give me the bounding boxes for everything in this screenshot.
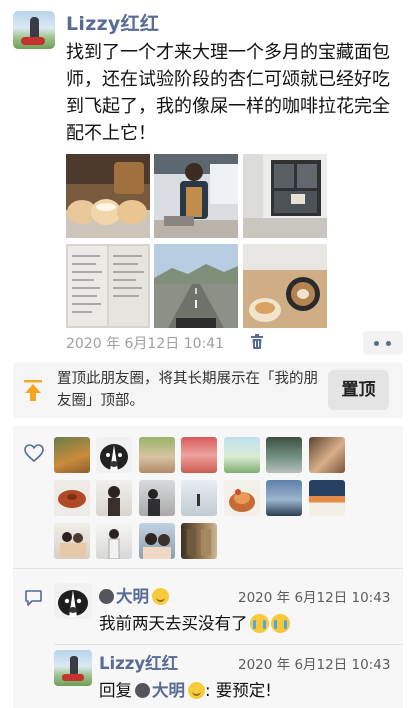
comments-divider — [54, 644, 403, 645]
like-avatar[interactable] — [309, 480, 345, 516]
like-avatar[interactable] — [139, 480, 175, 516]
like-avatar[interactable] — [54, 437, 90, 473]
pin-banner: 置顶此朋友圈，将其长期展示在「我的朋友圈」顶部。 置顶 — [13, 362, 403, 418]
smile-emoji-icon — [152, 588, 169, 605]
reply-timestamp: 2020 年 6月12日 10:43 — [238, 657, 391, 673]
post-author-name[interactable]: Lizzy红红 — [66, 9, 159, 36]
photo-croissants[interactable] — [66, 154, 150, 238]
photo-baker[interactable] — [154, 154, 238, 238]
likes-comments-divider — [13, 568, 403, 569]
like-avatar[interactable] — [181, 480, 217, 516]
like-avatar[interactable] — [181, 437, 217, 473]
crying-emoji-icon — [270, 614, 290, 633]
replier-avatar[interactable] — [54, 650, 92, 686]
reply-to-name[interactable]: 大明 — [152, 681, 185, 700]
reply-text[interactable]: 回复 大明: 要预定! — [99, 677, 272, 701]
photo-notes[interactable] — [66, 244, 150, 328]
comment-author[interactable]: 大明 — [99, 583, 169, 607]
photo-road[interactable] — [154, 244, 238, 328]
like-avatar[interactable] — [96, 480, 132, 516]
reply-author[interactable]: Lizzy红红 — [99, 650, 178, 674]
pin-banner-text: 置顶此朋友圈，将其长期展示在「我的朋友圈」顶部。 — [57, 371, 318, 409]
dark-face-emoji-icon — [99, 589, 114, 604]
interactions-panel: 大明 2020 年 6月12日 10:43 我前两天去买没有了 Lizzy红红 … — [13, 426, 403, 708]
pin-to-top-button[interactable]: 置顶 — [328, 370, 389, 410]
smile-emoji-icon — [188, 682, 205, 699]
like-avatar[interactable] — [54, 480, 90, 516]
like-avatar[interactable] — [96, 437, 132, 473]
more-options-button[interactable] — [363, 331, 403, 355]
author-avatar[interactable] — [13, 11, 55, 49]
like-avatar[interactable] — [96, 523, 132, 559]
like-avatar[interactable] — [224, 437, 260, 473]
commenter-avatar[interactable] — [54, 583, 92, 619]
comment-icon — [24, 589, 43, 607]
heart-icon — [24, 444, 44, 463]
like-avatar[interactable] — [139, 437, 175, 473]
like-avatar[interactable] — [266, 480, 302, 516]
photo-grid — [66, 154, 327, 328]
like-avatar[interactable] — [181, 523, 217, 559]
photo-latte[interactable] — [243, 244, 327, 328]
trash-icon[interactable] — [250, 334, 264, 350]
like-avatar[interactable] — [224, 480, 260, 516]
like-avatar[interactable] — [54, 523, 90, 559]
comment-text[interactable]: 我前两天去买没有了 — [99, 610, 290, 634]
like-avatar[interactable] — [139, 523, 175, 559]
like-avatar[interactable] — [309, 437, 345, 473]
crying-emoji-icon — [249, 614, 269, 633]
pin-to-top-icon — [24, 380, 42, 402]
photo-bakery-shop[interactable] — [243, 154, 327, 238]
dark-face-emoji-icon — [135, 683, 150, 698]
post-text: 找到了一个才来大理一个多月的宝藏面包师，还在试验阶段的杏仁可颂就已经好吃到飞起了… — [66, 42, 390, 144]
like-avatar[interactable] — [266, 437, 302, 473]
comment-timestamp: 2020 年 6月12日 10:43 — [238, 590, 391, 606]
post-timestamp: 2020 年 6月12日 10:41 — [66, 336, 225, 352]
